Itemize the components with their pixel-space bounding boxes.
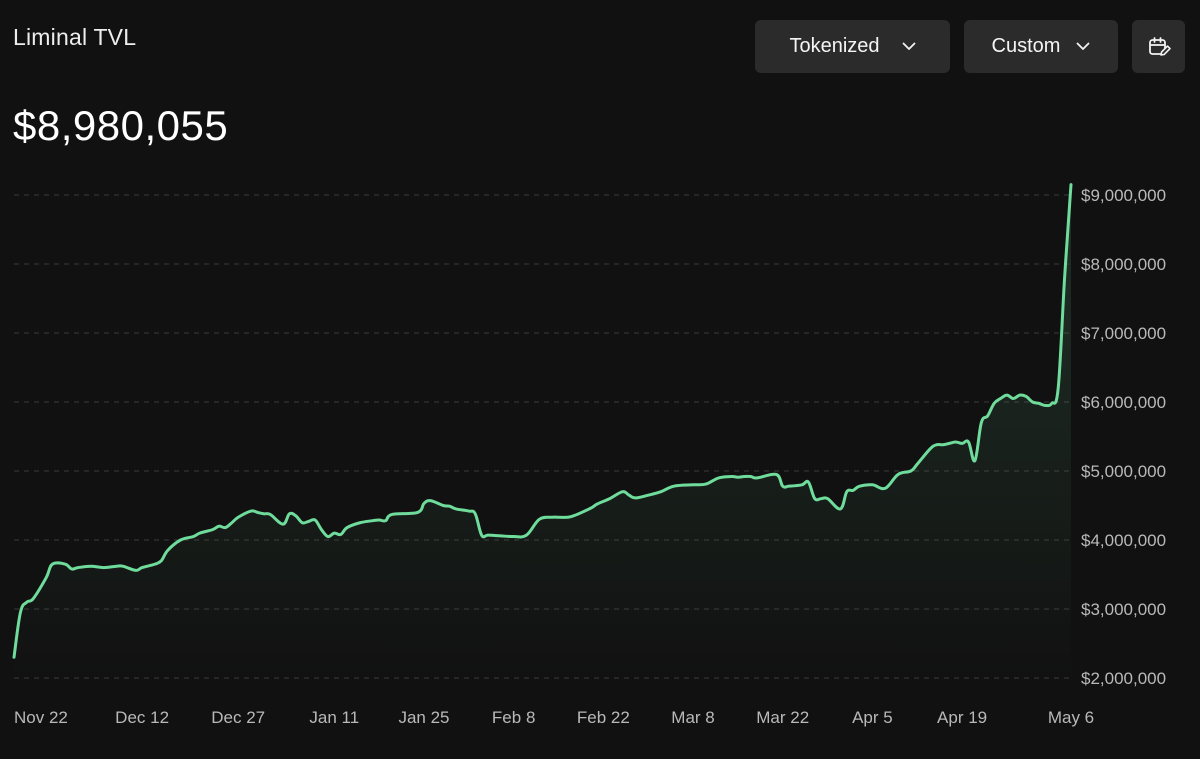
x-tick-label: Dec 27: [211, 708, 265, 727]
x-tick-label: Jan 11: [309, 708, 359, 727]
x-tick-label: Feb 22: [577, 708, 630, 727]
y-tick-label: $5,000,000: [1081, 462, 1166, 481]
x-tick-label: Apr 5: [852, 708, 893, 727]
y-tick-label: $8,000,000: [1081, 255, 1166, 274]
x-tick-label: Nov 22: [14, 708, 68, 727]
x-tick-label: Apr 19: [937, 708, 987, 727]
x-tick-label: Jan 25: [398, 708, 449, 727]
tvl-area-fill: [14, 184, 1071, 678]
x-tick-label: Dec 12: [115, 708, 169, 727]
x-tick-label: Mar 8: [671, 708, 714, 727]
y-tick-label: $3,000,000: [1081, 600, 1166, 619]
y-tick-label: $9,000,000: [1081, 186, 1166, 205]
y-tick-label: $6,000,000: [1081, 393, 1166, 412]
x-tick-label: Feb 8: [492, 708, 535, 727]
y-tick-label: $7,000,000: [1081, 324, 1166, 343]
x-tick-label: May 6: [1048, 708, 1094, 727]
y-tick-label: $2,000,000: [1081, 669, 1166, 688]
y-tick-label: $4,000,000: [1081, 531, 1166, 550]
tvl-chart: $2,000,000 $3,000,000 $4,000,000 $5,000,000…: [12, 183, 1166, 727]
x-tick-label: Mar 22: [756, 708, 809, 727]
